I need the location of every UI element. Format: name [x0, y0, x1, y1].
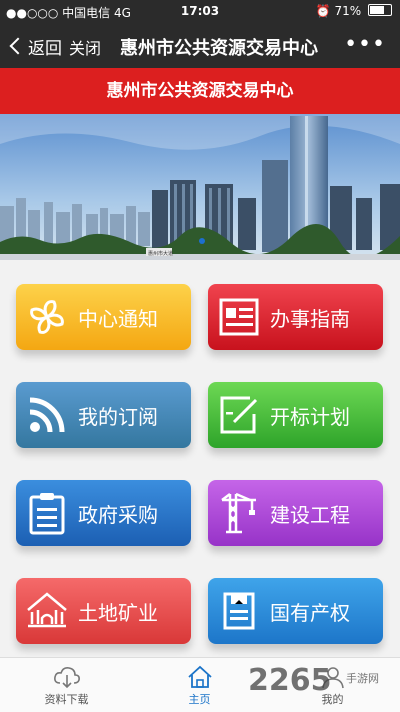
- tile-construction[interactable]: 建设工程: [208, 480, 383, 546]
- close-button[interactable]: 关闭: [69, 35, 101, 59]
- more-menu-button[interactable]: •••: [344, 32, 386, 57]
- cloud-download-icon: [53, 667, 80, 689]
- tile-guide[interactable]: 办事指南: [208, 284, 383, 350]
- street-sign-text: 惠州市大道: [148, 250, 173, 257]
- header-banner: 惠州市公共资源交易中心: [0, 68, 400, 114]
- tile-state-property[interactable]: 国有产权: [208, 578, 383, 644]
- tab-downloads[interactable]: 资料下载: [0, 658, 133, 712]
- city-banner-image[interactable]: 惠州市大道: [0, 114, 400, 260]
- land-icon: [27, 592, 67, 628]
- tab-label: 主页: [188, 693, 211, 706]
- service-grid: 中心通知 办事指南 我的订阅 开标计划 政府采购 建设工程 土地矿业 国有产权: [0, 260, 400, 657]
- tile-center-notice[interactable]: 中心通知: [16, 284, 191, 350]
- crane-icon: [221, 492, 256, 534]
- certificate-icon: [223, 592, 255, 630]
- tile-label: 办事指南: [270, 307, 350, 331]
- tile-land-mining[interactable]: 土地矿业: [16, 578, 191, 644]
- watermark-logo: 2265: [248, 663, 332, 698]
- tile-label: 建设工程: [270, 503, 350, 527]
- watermark-site: 手游网: [346, 672, 379, 685]
- tab-home[interactable]: 主页: [133, 658, 266, 712]
- battery-status: ⏰ 71%: [316, 4, 392, 18]
- battery-icon: [368, 4, 392, 16]
- pinwheel-icon: [30, 300, 64, 334]
- status-bar: ●●○○○ 中国电信 4G 17:03 ⏰ 71%: [0, 0, 400, 22]
- tile-label: 国有产权: [270, 601, 350, 625]
- alarm-icon: ⏰: [315, 4, 331, 18]
- tile-government-procurement[interactable]: 政府采购: [16, 480, 191, 546]
- tile-label: 土地矿业: [78, 601, 158, 625]
- tile-label: 中心通知: [78, 307, 158, 331]
- tile-label: 我的订阅: [78, 405, 158, 429]
- rss-icon: [29, 397, 65, 433]
- clipboard-icon: [29, 493, 65, 535]
- page-title: 惠州市公共资源交易中心: [120, 38, 318, 59]
- back-button[interactable]: 返回: [8, 34, 62, 59]
- tile-label: 开标计划: [270, 405, 350, 429]
- edit-icon: [220, 396, 258, 434]
- bottom-tab-bar: 资料下载 主页 我的: [0, 657, 400, 712]
- tile-bid-schedule[interactable]: 开标计划: [208, 382, 383, 448]
- tile-subscription[interactable]: 我的订阅: [16, 382, 191, 448]
- document-icon: [219, 298, 259, 336]
- home-icon: [187, 665, 212, 688]
- chevron-left-icon: [9, 37, 27, 55]
- navigation-bar: 返回 关闭 惠州市公共资源交易中心 •••: [0, 22, 400, 68]
- tile-label: 政府采购: [78, 503, 158, 527]
- tab-label: 资料下载: [44, 693, 89, 706]
